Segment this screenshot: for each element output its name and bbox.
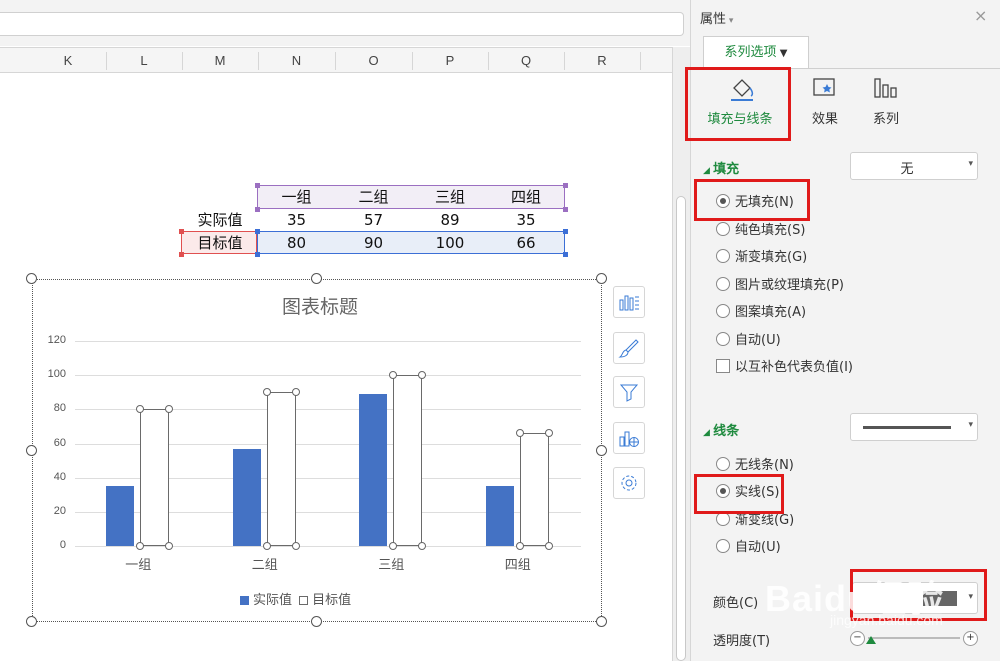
column-header-p[interactable]: P xyxy=(412,48,488,74)
tab-label: 系列 xyxy=(872,112,899,127)
table-cell[interactable]: 35 xyxy=(488,209,564,231)
chart-style-button[interactable] xyxy=(613,332,645,364)
resize-handle[interactable] xyxy=(596,616,607,627)
slider-thumb[interactable] xyxy=(866,636,876,644)
radio-no-line[interactable]: 无线条(N) xyxy=(716,456,794,476)
line-style-dropdown[interactable]: ▾ xyxy=(850,413,978,441)
resize-handle[interactable] xyxy=(596,273,607,284)
color-label: 颜色(C) xyxy=(713,596,759,611)
watermark-url: jingyan.baidu.com xyxy=(830,612,943,628)
transparency-slider[interactable] xyxy=(868,637,960,639)
radio-auto-fill[interactable]: 自动(U) xyxy=(716,331,781,351)
resize-handle[interactable] xyxy=(26,616,37,627)
series-icon xyxy=(874,78,897,98)
fill-type-dropdown[interactable]: 无 ▾ xyxy=(850,152,978,180)
table-cell[interactable]: 90 xyxy=(335,232,412,254)
invert-negative-checkbox[interactable]: 以互补色代表负值(I) xyxy=(716,358,853,378)
column-header-row: K L M N O P Q R xyxy=(0,47,672,73)
row-label-cell[interactable]: 目标值 xyxy=(182,232,258,254)
legend-label-actual: 实际值 xyxy=(253,593,293,608)
column-header-o[interactable]: O xyxy=(335,48,412,74)
resize-handle[interactable] xyxy=(26,445,37,456)
legend-label-target: 目标值 xyxy=(312,593,352,608)
resize-handle[interactable] xyxy=(596,445,607,456)
column-header-r[interactable]: R xyxy=(564,48,640,74)
table-header-cell[interactable]: 四组 xyxy=(488,186,564,208)
column-header-q[interactable]: Q xyxy=(488,48,564,74)
plus-icon[interactable]: + xyxy=(963,631,978,646)
table-cell[interactable]: 100 xyxy=(412,232,488,254)
formula-input[interactable] xyxy=(0,12,684,36)
chevron-down-icon: ▾ xyxy=(968,159,973,169)
legend-swatch-actual xyxy=(240,596,249,605)
column-header-m[interactable]: M xyxy=(182,48,258,74)
chart-settings-icon xyxy=(621,475,637,491)
radio-gradient-line[interactable]: 渐变线(G) xyxy=(716,511,794,531)
resize-handle[interactable] xyxy=(311,616,322,627)
chart-layout-icon xyxy=(619,431,639,447)
table-header-cell[interactable]: 二组 xyxy=(335,186,412,208)
chart-title[interactable]: 图表标题 xyxy=(220,292,420,319)
resize-handle[interactable] xyxy=(311,273,322,284)
row-label-cell[interactable]: 实际值 xyxy=(182,209,258,231)
table-cell[interactable]: 89 xyxy=(412,209,488,231)
annotation-box xyxy=(694,179,810,221)
annotation-box xyxy=(694,474,784,514)
table-header-cell[interactable]: 一组 xyxy=(258,186,335,208)
table-cell[interactable]: 35 xyxy=(258,209,335,231)
table-header-cell[interactable]: 三组 xyxy=(412,186,488,208)
table-cell[interactable]: 80 xyxy=(258,232,335,254)
column-header-n[interactable]: N xyxy=(258,48,335,74)
line-section-heading[interactable]: ◢ 线条 xyxy=(703,420,739,439)
column-header-k[interactable]: K xyxy=(30,48,106,74)
chart-style-icon xyxy=(618,339,639,358)
chart-settings-button[interactable] xyxy=(613,467,645,499)
chart-filter-button[interactable] xyxy=(613,376,645,408)
legend-swatch-target xyxy=(299,596,309,605)
scrollbar-thumb[interactable] xyxy=(676,196,686,661)
table-cell[interactable]: 57 xyxy=(335,209,412,231)
chart-legend[interactable]: 实际值 目标值 xyxy=(240,589,420,608)
radio-pattern-fill[interactable]: 图案填充(A) xyxy=(716,303,806,323)
transparency-label: 透明度(T) xyxy=(713,634,771,649)
close-icon[interactable]: × xyxy=(974,6,987,25)
effects-icon xyxy=(813,78,835,96)
series-options-dropdown[interactable]: 系列选项 ▼ xyxy=(703,36,809,68)
line-preview xyxy=(863,426,951,429)
radio-solid-fill[interactable]: 纯色填充(S) xyxy=(716,221,805,241)
annotation-box xyxy=(685,67,791,141)
radio-auto-line[interactable]: 自动(U) xyxy=(716,538,781,558)
minus-icon[interactable]: − xyxy=(850,631,865,646)
fill-section-heading[interactable]: ◢ 填充 xyxy=(703,158,739,177)
chart-elements-icon xyxy=(619,295,639,311)
chart-area[interactable] xyxy=(32,279,602,622)
panel-title[interactable]: 属性 ▾ xyxy=(700,8,733,27)
table-cell[interactable]: 66 xyxy=(488,232,564,254)
column-header-l[interactable]: L xyxy=(106,48,182,74)
chevron-down-icon: ▾ xyxy=(968,420,973,430)
chart-layout-button[interactable] xyxy=(613,422,645,454)
radio-gradient-fill[interactable]: 渐变填充(G) xyxy=(716,248,807,268)
resize-handle[interactable] xyxy=(26,273,37,284)
chart-filter-icon xyxy=(619,384,639,402)
radio-picture-fill[interactable]: 图片或纹理填充(P) xyxy=(716,276,844,296)
chart-elements-button[interactable] xyxy=(613,286,645,318)
